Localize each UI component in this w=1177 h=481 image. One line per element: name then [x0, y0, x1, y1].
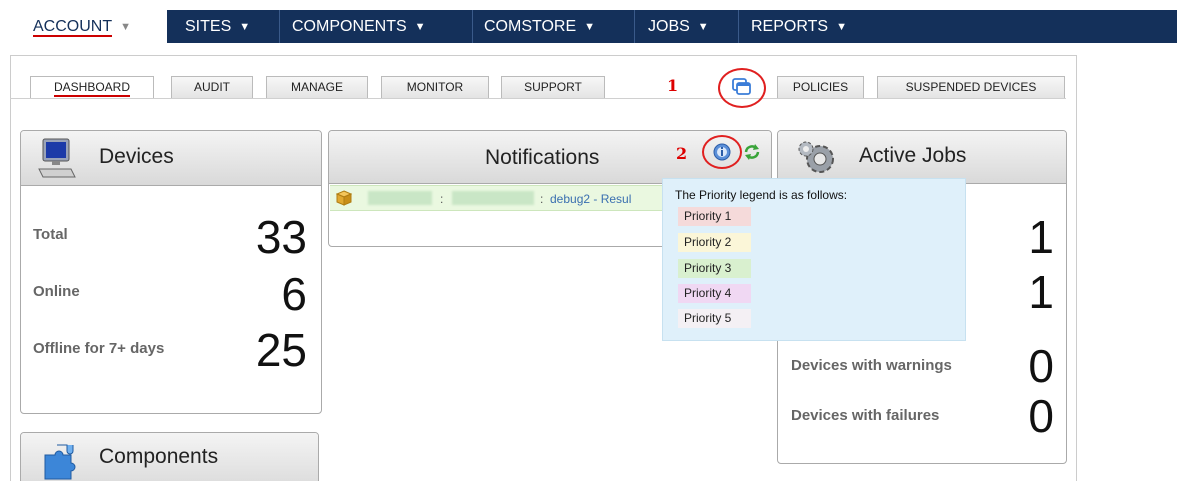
devices-total-label: Total	[33, 226, 68, 243]
tab-policies-label: POLICIES	[792, 80, 849, 94]
nav-divider	[279, 10, 280, 43]
priority-1-swatch: Priority 1	[678, 207, 751, 226]
redacted-text	[452, 191, 534, 205]
nav-account[interactable]: ACCOUNT ▼	[19, 10, 167, 43]
nav-divider	[472, 10, 473, 43]
computer-icon	[37, 137, 77, 181]
notification-separator: :	[440, 192, 444, 206]
nav-sites-label: SITES	[185, 18, 232, 35]
chevron-down-icon: ▼	[120, 21, 131, 33]
tab-manage[interactable]: MANAGE	[266, 76, 368, 98]
devices-total-value[interactable]: 33	[256, 214, 307, 260]
devices-online-value[interactable]: 6	[281, 271, 307, 317]
chevron-down-icon: ▼	[239, 21, 251, 33]
chevron-down-icon: ▼	[584, 21, 596, 33]
gear-icon	[794, 137, 838, 179]
devices-offline-value[interactable]: 25	[256, 327, 307, 373]
warnings-label: Devices with warnings	[791, 357, 952, 374]
package-icon	[335, 190, 353, 206]
chevron-down-icon: ▼	[697, 21, 709, 33]
priority-2-swatch: Priority 2	[678, 233, 751, 252]
nav-comstore[interactable]: COMSTORE ▼	[484, 10, 595, 43]
active-jobs-title: Active Jobs	[859, 144, 967, 167]
nav-account-label: ACCOUNT	[33, 18, 113, 37]
components-title: Components	[99, 445, 219, 468]
notification-separator: :	[540, 192, 544, 206]
puzzle-icon	[39, 441, 81, 481]
active-jobs-value-1[interactable]: 1	[1028, 214, 1054, 260]
priority-legend-tooltip: The Priority legend is as follows: Prior…	[662, 178, 966, 341]
tab-audit[interactable]: AUDIT	[171, 76, 253, 98]
tab-baseline	[10, 98, 1066, 99]
tab-suspended-devices[interactable]: SUSPENDED DEVICES	[877, 76, 1065, 98]
devices-panel: Devices Total 33 Online 6 Offline for 7+…	[20, 130, 322, 414]
tab-manage-label: MANAGE	[290, 80, 343, 94]
tab-monitor[interactable]: MONITOR	[381, 76, 489, 98]
tab-policies[interactable]: POLICIES	[777, 76, 864, 98]
tab-dashboard-label: DASHBOARD	[53, 80, 130, 97]
info-icon[interactable]	[713, 143, 731, 161]
devices-title: Devices	[99, 145, 174, 168]
devices-panel-header: Devices	[21, 131, 321, 186]
callout-number-2: 2	[676, 144, 688, 163]
tab-support[interactable]: SUPPORT	[501, 76, 605, 98]
chevron-down-icon: ▼	[414, 21, 426, 33]
tab-audit-label: AUDIT	[194, 80, 230, 94]
devices-offline-label: Offline for 7+ days	[33, 340, 165, 357]
failures-value[interactable]: 0	[1028, 393, 1054, 439]
nav-reports-label: REPORTS	[751, 18, 829, 35]
components-panel: Components	[20, 432, 319, 481]
tab-suspended-devices-label: SUSPENDED DEVICES	[905, 80, 1037, 94]
notifications-title: Notifications	[485, 146, 600, 169]
nav-jobs-label: JOBS	[648, 18, 690, 35]
chevron-down-icon: ▼	[836, 21, 847, 33]
popout-window-icon[interactable]	[732, 78, 752, 96]
components-panel-header: Components	[21, 433, 318, 481]
tab-support-label: SUPPORT	[524, 80, 582, 94]
priority-5-swatch: Priority 5	[678, 309, 751, 328]
nav-divider	[738, 10, 739, 43]
failures-label: Devices with failures	[791, 407, 940, 424]
warnings-value[interactable]: 0	[1028, 343, 1054, 389]
priority-4-swatch: Priority 4	[678, 284, 751, 303]
tab-monitor-label: MONITOR	[406, 80, 464, 94]
redacted-text	[368, 191, 432, 205]
active-jobs-panel-header: Active Jobs	[778, 131, 1066, 184]
priority-3-swatch: Priority 3	[678, 259, 751, 278]
nav-components[interactable]: COMPONENTS ▼	[292, 10, 426, 43]
notification-text[interactable]: debug2 - Resul	[550, 192, 631, 206]
tab-dashboard[interactable]: DASHBOARD	[30, 76, 154, 98]
refresh-icon[interactable]	[743, 143, 761, 161]
nav-components-label: COMPONENTS	[292, 18, 407, 35]
nav-jobs[interactable]: JOBS ▼	[648, 10, 709, 43]
nav-divider	[634, 10, 635, 43]
callout-number-1: 1	[667, 76, 679, 95]
nav-comstore-label: COMSTORE	[484, 18, 577, 35]
nav-sites[interactable]: SITES ▼	[185, 10, 250, 43]
nav-reports[interactable]: REPORTS ▼	[751, 10, 847, 43]
active-jobs-value-2[interactable]: 1	[1028, 269, 1054, 315]
priority-legend-title: The Priority legend is as follows:	[675, 188, 848, 202]
devices-online-label: Online	[33, 283, 80, 300]
